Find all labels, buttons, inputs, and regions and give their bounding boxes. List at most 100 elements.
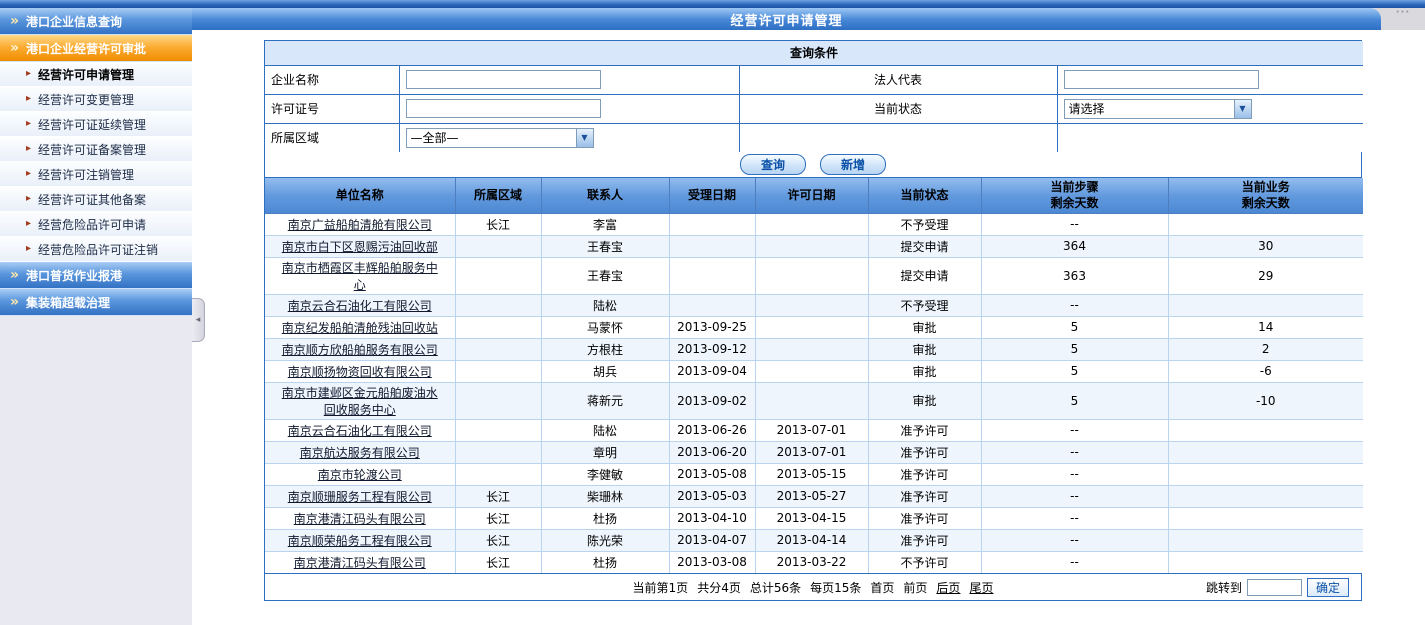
table-cell: 提交申请: [868, 235, 981, 257]
table-cell: --: [981, 529, 1168, 551]
window-grip[interactable]: ···: [1381, 8, 1425, 30]
table-cell: 2013-06-26: [669, 419, 755, 441]
company-link[interactable]: 南京顺珊服务工程有限公司: [288, 490, 432, 504]
table-cell: 2013-03-22: [755, 551, 868, 573]
sidebar-sub-item[interactable]: ▸ 经营许可证延续管理: [0, 112, 192, 137]
sidebar-group-item[interactable]: »港口普货作业报港: [0, 262, 192, 289]
last-page-link[interactable]: 尾页: [969, 579, 993, 596]
table-cell: [669, 257, 755, 294]
sidebar-item-label: 经营许可注销管理: [38, 166, 134, 183]
table-cell: 准予许可: [868, 485, 981, 507]
company-name-input[interactable]: [406, 70, 601, 89]
sidebar-collapse-handle[interactable]: ◂: [192, 298, 205, 342]
table-cell: [455, 257, 541, 294]
sidebar-sub-item[interactable]: ▸经营许可证其他备案: [0, 187, 192, 212]
table-cell: 长江: [455, 529, 541, 551]
table-header-row: 单位名称所属区域联系人受理日期许可日期当前状态当前步骤 剩余天数当前业务 剩余天…: [265, 178, 1363, 213]
table-cell: 陆松: [541, 294, 669, 316]
table-cell: [755, 294, 868, 316]
table-cell: 准予许可: [868, 463, 981, 485]
table-cell: 5: [981, 360, 1168, 382]
table-cell: 长江: [455, 213, 541, 235]
license-no-input[interactable]: [406, 99, 601, 118]
table-cell: 方根柱: [541, 338, 669, 360]
table-cell: 陈光荣: [541, 529, 669, 551]
sidebar-sub-item[interactable]: ▸经营许可变更管理: [0, 87, 192, 112]
table-cell: 审批: [868, 316, 981, 338]
company-name-cell: 南京顺珊服务工程有限公司: [265, 485, 455, 507]
legal-rep-input[interactable]: [1064, 70, 1259, 89]
page-title: 经营许可申请管理: [730, 10, 842, 29]
table-row: 南京市白下区恩赐污油回收部王春宝提交申请36430: [265, 235, 1363, 257]
table-cell: 准予许可: [868, 507, 981, 529]
sidebar-sub-item[interactable]: ▸经营危险品许可证注销: [0, 237, 192, 262]
results-table: 单位名称所属区域联系人受理日期许可日期当前状态当前步骤 剩余天数当前业务 剩余天…: [265, 178, 1363, 573]
next-page-link[interactable]: 后页: [936, 579, 960, 596]
region-select-value: —全部—: [407, 129, 459, 146]
table-cell: 李健敏: [541, 463, 669, 485]
table-row: 南京顺扬物资回收有限公司胡兵2013-09-04审批5-6: [265, 360, 1363, 382]
table-cell: 30: [1168, 235, 1363, 257]
table-cell: 2013-09-12: [669, 338, 755, 360]
table-cell: --: [981, 419, 1168, 441]
company-link[interactable]: 南京顺荣船务工程有限公司: [288, 534, 432, 548]
license-no-label: 许可证号: [265, 94, 399, 123]
sidebar-group-item[interactable]: »港口企业经营许可审批: [0, 35, 192, 62]
sidebar-sub-item[interactable]: ▸经营许可申请管理: [0, 62, 192, 87]
empty-cell: [739, 123, 1057, 152]
arrow-bullet-icon: ▸: [26, 169, 31, 179]
table-cell: 王春宝: [541, 235, 669, 257]
table-cell: 杜扬: [541, 551, 669, 573]
company-link[interactable]: 南京航达服务有限公司: [300, 446, 420, 460]
status-select[interactable]: 请选择 ▼: [1064, 99, 1252, 119]
company-name-label: 企业名称: [265, 65, 399, 94]
table-row: 南京港清江码头有限公司长江杜扬2013-03-082013-03-22不予许可-…: [265, 551, 1363, 573]
company-name-cell: 南京港清江码头有限公司: [265, 551, 455, 573]
table-row: 南京市栖霞区丰辉船舶服务中心王春宝提交申请36329: [265, 257, 1363, 294]
sidebar-sub-item[interactable]: ▸经营危险品许可申请: [0, 212, 192, 237]
company-link[interactable]: 南京市栖霞区丰辉船舶服务中心: [282, 261, 438, 292]
company-link[interactable]: 南京市建邺区金元船舶废油水回收服务中心: [282, 386, 438, 417]
table-cell: 5: [981, 316, 1168, 338]
first-page-link[interactable]: 首页: [870, 579, 894, 596]
company-link[interactable]: 南京市轮渡公司: [318, 468, 402, 482]
company-link[interactable]: 南京港清江码头有限公司: [294, 512, 426, 526]
table-cell: 杜扬: [541, 507, 669, 529]
company-link[interactable]: 南京云合石油化工有限公司: [288, 299, 432, 313]
jump-page-input[interactable]: [1247, 579, 1302, 596]
table-cell: 2013-07-01: [755, 441, 868, 463]
sidebar-group-item[interactable]: »集装箱超载治理: [0, 289, 192, 316]
status-label: 当前状态: [739, 94, 1057, 123]
prev-page-link[interactable]: 前页: [903, 579, 927, 596]
region-select[interactable]: —全部— ▼: [406, 128, 594, 148]
sidebar-sub-item[interactable]: ▸经营许可证备案管理: [0, 137, 192, 162]
company-link[interactable]: 南京市白下区恩赐污油回收部: [282, 240, 438, 254]
company-link[interactable]: 南京纪发船舶清舱残油回收站: [282, 321, 438, 335]
arrow-bullet-icon: ▸: [26, 244, 31, 254]
company-link[interactable]: 南京顺扬物资回收有限公司: [288, 365, 432, 379]
main-area: 经营许可申请管理 ··· 查询条件 企业名称 法人代表: [192, 8, 1425, 625]
arrow-bullet-icon: ▸: [26, 119, 31, 129]
sidebar-item-label: 经营许可证延续管理: [38, 116, 146, 133]
table-cell: 363: [981, 257, 1168, 294]
sidebar-sub-item[interactable]: ▸ 经营许可注销管理: [0, 162, 192, 187]
company-link[interactable]: 南京顺方欣船舶服务有限公司: [282, 343, 438, 357]
sidebar-group-item[interactable]: »港口企业信息查询: [0, 8, 192, 35]
table-cell: [669, 294, 755, 316]
pagination-total-records: 总计56条: [750, 579, 801, 596]
company-name-cell: 南京市轮渡公司: [265, 463, 455, 485]
table-cell: 柴珊林: [541, 485, 669, 507]
company-link[interactable]: 南京广益船舶清舱有限公司: [288, 218, 432, 232]
query-section-title: 查询条件: [265, 41, 1363, 65]
sidebar-item-label: 港口普货作业报港: [26, 267, 122, 284]
add-button[interactable]: 新增: [820, 154, 886, 175]
company-link[interactable]: 南京港清江码头有限公司: [294, 556, 426, 570]
table-cell: 2013-05-27: [755, 485, 868, 507]
table-cell: [455, 360, 541, 382]
jump-confirm-button[interactable]: 确定: [1307, 578, 1349, 597]
company-link[interactable]: 南京云合石油化工有限公司: [288, 424, 432, 438]
collapse-arrow-icon: ◂: [196, 315, 201, 325]
search-button[interactable]: 查询: [740, 154, 806, 175]
company-name-cell: 南京航达服务有限公司: [265, 441, 455, 463]
table-cell: 2013-06-20: [669, 441, 755, 463]
